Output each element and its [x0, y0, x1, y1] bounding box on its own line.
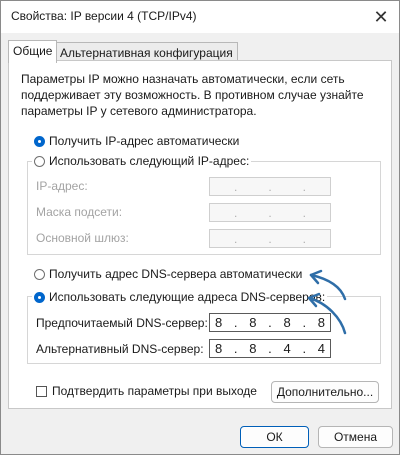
tab-alternate-config-label: Альтернативная конфигурация: [60, 46, 233, 60]
title-bar: Свойства: IP версии 4 (TCP/IPv4) ✕: [1, 1, 399, 33]
radio-dns-manual[interactable]: Использовать следующие адреса DNS-сервер…: [32, 290, 328, 304]
alternate-dns-label: Альтернативный DNS-сервер:: [36, 342, 204, 356]
advanced-button-label: Дополнительно...: [276, 385, 374, 399]
radio-ip-manual-indicator: [34, 155, 45, 167]
validate-on-exit-checkbox[interactable]: Подтвердить параметры при выходе: [36, 384, 257, 398]
radio-ip-auto[interactable]: Получить IP-адрес автоматически: [34, 134, 239, 148]
cancel-button-label: Отмена: [333, 430, 378, 444]
ok-button[interactable]: ОК: [240, 426, 309, 448]
advanced-button[interactable]: Дополнительно...: [271, 381, 379, 403]
annotation-arrows: [307, 269, 347, 335]
ip-address-input[interactable]: ...: [209, 177, 331, 196]
default-gateway-label: Основной шлюз:: [36, 231, 129, 245]
description-text: Параметры IP можно назначать автоматичес…: [21, 72, 364, 118]
preferred-dns-label: Предпочитаемый DNS-сервер:: [36, 316, 208, 330]
radio-ip-auto-label: Получить IP-адрес автоматически: [49, 134, 240, 148]
default-gateway-input[interactable]: ...: [209, 229, 331, 248]
cancel-button[interactable]: Отмена: [318, 426, 393, 448]
radio-ip-manual-label: Использовать следующий IP-адрес:: [49, 154, 250, 168]
radio-dns-auto-label: Получить адрес DNS-сервера автоматически: [49, 267, 303, 281]
subnet-mask-label: Маска подсети:: [36, 205, 123, 219]
ip-address-label: IP-адрес:: [36, 179, 88, 193]
subnet-mask-input[interactable]: ...: [209, 203, 331, 222]
radio-ip-manual[interactable]: Использовать следующий IP-адрес:: [32, 154, 252, 168]
radio-dns-manual-indicator: [34, 291, 45, 303]
close-button[interactable]: ✕: [367, 3, 395, 31]
window-title: Свойства: IP версии 4 (TCP/IPv4): [11, 9, 197, 23]
dialog-window: Свойства: IP версии 4 (TCP/IPv4) ✕ Общие…: [0, 0, 400, 455]
ok-button-label: ОК: [266, 430, 283, 444]
validate-on-exit-box: [36, 385, 47, 397]
tab-general-label: Общие: [13, 44, 53, 58]
tab-general[interactable]: Общие: [8, 40, 58, 63]
validate-on-exit-label: Подтвердить параметры при выходе: [52, 384, 257, 398]
radio-dns-auto-indicator: [34, 268, 45, 280]
radio-dns-manual-label: Использовать следующие адреса DNS-сервер…: [49, 290, 326, 304]
close-icon: ✕: [373, 6, 389, 27]
radio-ip-auto-indicator: [34, 135, 45, 147]
radio-dns-auto[interactable]: Получить адрес DNS-сервера автоматически: [34, 267, 302, 281]
